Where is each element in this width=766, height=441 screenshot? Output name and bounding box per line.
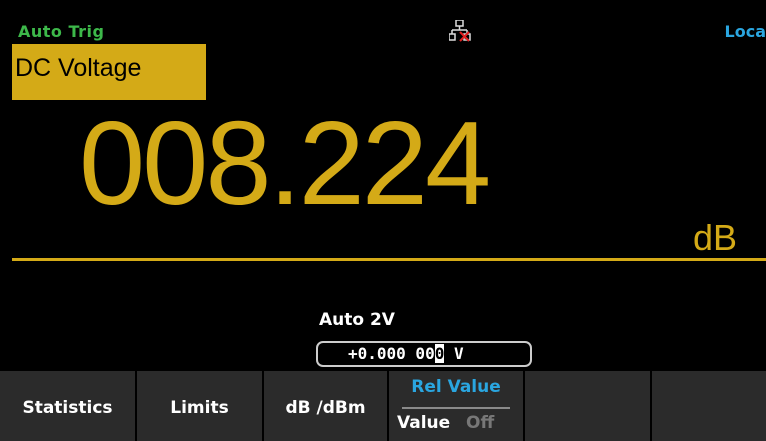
- status-bar: Auto Trig Loca: [0, 0, 766, 45]
- softkey-label: Limits: [170, 398, 229, 418]
- statistics-softkey[interactable]: Statistics: [0, 371, 137, 441]
- main-reading: 008.224: [79, 97, 491, 230]
- reading-unit: dB: [693, 217, 738, 258]
- softkey-label: dB /dBm: [285, 398, 366, 418]
- db-dbm-softkey[interactable]: dB /dBm: [264, 371, 389, 441]
- rel-value-cursor: 0: [434, 344, 445, 363]
- rel-value-softkey[interactable]: Rel Value Value Off: [389, 371, 525, 441]
- empty-softkey-6[interactable]: [652, 371, 766, 441]
- limits-softkey[interactable]: Limits: [137, 371, 264, 441]
- softkey-label: Rel Value: [411, 377, 501, 397]
- empty-softkey-5[interactable]: [525, 371, 652, 441]
- rel-value-input[interactable]: +0.000 000 V: [316, 341, 532, 367]
- softkey-label: Statistics: [22, 398, 113, 418]
- divider: [12, 258, 766, 261]
- softkey-bar: Statistics Limits dB /dBm Rel Value Valu…: [0, 371, 766, 441]
- range-indicator: Auto 2V: [319, 310, 395, 330]
- lan-disconnected-icon: [449, 20, 471, 42]
- trigger-mode: Auto Trig: [18, 22, 105, 41]
- function-label: DC Voltage: [15, 54, 142, 82]
- rel-value-unit: V: [444, 344, 464, 363]
- rel-value-sublabel: Value: [397, 413, 451, 433]
- rel-value-state: Off: [466, 413, 495, 433]
- softkey-divider: [402, 407, 510, 409]
- remote-state: Loca: [724, 22, 766, 41]
- rel-value-digits: +0.000 00: [348, 344, 435, 363]
